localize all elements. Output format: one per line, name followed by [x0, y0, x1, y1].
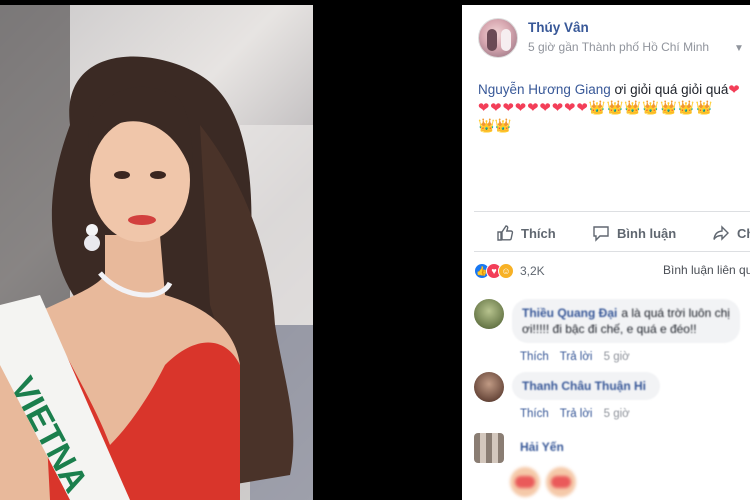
comment-like-link[interactable]: Thích: [520, 351, 549, 363]
emoji-icon: [546, 467, 576, 497]
divider: [474, 211, 750, 212]
reaction-count: 3,2K: [520, 264, 545, 278]
comment-like-link[interactable]: Thích: [520, 408, 549, 420]
photo-viewer: VIETNA: [0, 0, 462, 500]
post-text-body: ơi giỏi quá giỏi quá: [610, 82, 729, 97]
comment-bubble: Hải Yến: [512, 433, 578, 461]
author-avatar[interactable]: [478, 18, 518, 58]
commenter-avatar[interactable]: [474, 299, 504, 329]
comment-text: a là quá trời luôn chị: [621, 306, 730, 320]
comment-icon: [593, 226, 609, 242]
post-emoji-line-2: ❤❤❤❤❤❤❤❤❤👑👑👑👑👑👑👑: [478, 100, 714, 115]
post-actions: Thích Bình luận Chia sẻ: [462, 218, 750, 248]
post-header: Thúy Vân 5 giờ gần Thành phố Hồ Chí Minh…: [478, 18, 750, 66]
share-label: Chia sẻ: [737, 225, 750, 241]
divider: [474, 251, 750, 252]
chevron-down-icon[interactable]: ▼: [734, 43, 744, 54]
related-comments-link[interactable]: Bình luận liên quan: [663, 263, 750, 277]
commenter-avatar[interactable]: [474, 372, 504, 402]
share-icon: [713, 225, 729, 241]
comment-button[interactable]: Bình luận: [592, 218, 676, 248]
comment-bubble: Thiều Quang Đại a là quá trời luôn chị ơi…: [512, 299, 740, 343]
thumbs-up-icon: [497, 225, 514, 241]
post-text-line-1: Nguyễn Hương Giang ơi giỏi quá giỏi quá❤: [478, 81, 750, 99]
comment-actions: Thích Trả lời 5 giờ: [520, 351, 638, 363]
haha-icon: ☺: [498, 263, 514, 279]
post-meta[interactable]: 5 giờ gần Thành phố Hồ Chí Minh: [528, 40, 709, 54]
like-button[interactable]: Thích: [496, 218, 556, 248]
post-emoji-line-3: 👑👑: [478, 118, 512, 133]
post-photo[interactable]: VIETNA: [0, 5, 313, 500]
reaction-summary[interactable]: 👍 ♥ ☺ 3,2K: [474, 261, 545, 281]
post-text: Nguyễn Hương Giang ơi giỏi quá giỏi quá❤…: [478, 81, 750, 135]
comment-text-line-2: ơi!!!!! đi bậc đi chế, e quá e đéo!!: [522, 322, 697, 336]
emoji-icon: [510, 467, 540, 497]
photo-illustration: VIETNA: [0, 5, 313, 500]
mention-link[interactable]: Nguyễn Hương Giang: [478, 82, 611, 97]
author-name[interactable]: Thúy Vân: [528, 20, 589, 35]
comment-label: Bình luận: [617, 225, 677, 241]
commenter-name[interactable]: Thiều Quang Đại: [522, 306, 617, 320]
comment-sticker: [510, 467, 576, 497]
commenter-name[interactable]: Thanh Châu Thuận Hi: [522, 379, 646, 393]
comment-actions: Thích Trả lời 5 giờ: [520, 408, 638, 420]
comment-time: 5 giờ: [603, 408, 630, 420]
heart-emoji: ❤: [728, 82, 740, 97]
comment-reply-link[interactable]: Trả lời: [560, 351, 593, 363]
post-side-panel: Thúy Vân 5 giờ gần Thành phố Hồ Chí Minh…: [462, 5, 750, 500]
share-button[interactable]: Chia sẻ: [712, 218, 750, 248]
comment-reply-link[interactable]: Trả lời: [560, 408, 593, 420]
comment-bubble: Thanh Châu Thuận Hi: [512, 372, 660, 400]
commenter-name[interactable]: Hải Yến: [520, 440, 564, 454]
commenter-avatar[interactable]: [474, 433, 504, 463]
comment-time: 5 giờ: [603, 351, 630, 363]
like-label: Thích: [521, 225, 556, 241]
